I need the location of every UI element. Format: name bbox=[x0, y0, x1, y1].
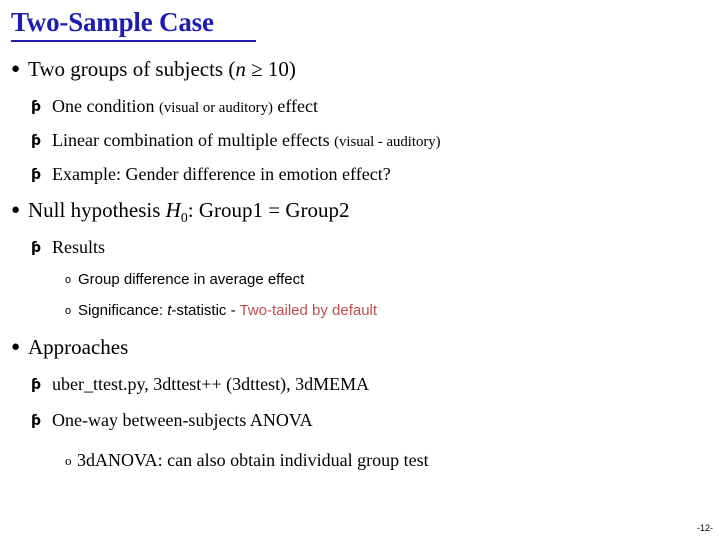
subbullet-one-way-anova: ƥ One-way between-subjects ANOVA bbox=[31, 411, 313, 429]
slide-canvas: Two-Sample Case ● Two groups of subjects… bbox=[0, 0, 720, 540]
subbullet-example-gender: ƥ Example: Gender difference in emotion … bbox=[31, 165, 391, 183]
bullet-null-hypothesis-label: Null hypothesis H0: Group1 = Group2 bbox=[28, 198, 350, 226]
bullet-approaches: ● Approaches bbox=[11, 337, 128, 358]
circle-bullet-icon: o bbox=[65, 453, 72, 468]
bullet-null-hypothesis: ● Null hypothesis H0: Group1 = Group2 bbox=[11, 200, 350, 225]
page-title: Two-Sample Case bbox=[11, 7, 214, 37]
circle-bullet-icon: o bbox=[65, 274, 72, 286]
wingding-bullet-icon: ƥ bbox=[31, 133, 42, 149]
page-number: -12- bbox=[696, 523, 713, 533]
subbullet-linear-combination-label: Linear combination of multiple effects (… bbox=[52, 130, 441, 150]
bullet-two-groups-label: Two groups of subjects (n ≥ 10) bbox=[28, 57, 296, 81]
wingding-bullet-icon: ƥ bbox=[31, 240, 42, 256]
subbullet-one-condition: ƥ One condition (visual or auditory) eff… bbox=[31, 97, 318, 116]
variable-h: H bbox=[165, 198, 181, 222]
bullet-dot-icon: ● bbox=[11, 339, 21, 355]
wingding-bullet-icon: ƥ bbox=[31, 413, 42, 429]
variable-n: n bbox=[235, 57, 246, 81]
bullet-dot-icon: ● bbox=[11, 202, 21, 218]
subbullet-results: ƥ Results bbox=[31, 238, 105, 256]
subsubbullet-group-difference: o Group difference in average effect bbox=[65, 272, 304, 287]
subscript-zero: 0 bbox=[180, 210, 188, 226]
subbullet-linear-combination: ƥ Linear combination of multiple effects… bbox=[31, 131, 441, 150]
wingding-bullet-icon: ƥ bbox=[31, 167, 42, 183]
subbullet-one-condition-label: One condition (visual or auditory) effec… bbox=[52, 96, 318, 116]
subbullet-uber-ttest-label: uber_ttest.py, 3dttest++ (3dttest), 3dME… bbox=[52, 374, 370, 394]
subsubbullet-group-difference-label: Group difference in average effect bbox=[78, 271, 305, 288]
circle-bullet-icon: o bbox=[65, 305, 72, 317]
subbullet-results-label: Results bbox=[52, 237, 106, 257]
wingding-bullet-icon: ƥ bbox=[31, 99, 42, 115]
subsubbullet-significance-label: Significance: t-statistic - Two-tailed b… bbox=[78, 302, 378, 319]
bullet-two-groups: ● Two groups of subjects (n ≥ 10) bbox=[11, 59, 296, 80]
subbullet-example-gender-label: Example: Gender difference in emotion ef… bbox=[52, 164, 391, 184]
highlight-two-tailed: Two-tailed by default bbox=[239, 302, 378, 319]
subsubbullet-3danova: o 3dANOVA: can also obtain individual gr… bbox=[65, 451, 429, 469]
subbullet-uber-ttest: ƥ uber_ttest.py, 3dttest++ (3dttest), 3d… bbox=[31, 375, 369, 393]
subsubbullet-3danova-label: 3dANOVA: can also obtain individual grou… bbox=[77, 450, 429, 470]
bullet-dot-icon: ● bbox=[11, 61, 21, 77]
title-underline bbox=[11, 40, 256, 42]
subbullet-one-way-anova-label: One-way between-subjects ANOVA bbox=[52, 410, 313, 430]
bullet-approaches-label: Approaches bbox=[28, 335, 129, 359]
wingding-bullet-icon: ƥ bbox=[31, 377, 42, 393]
subsubbullet-significance: o Significance: t-statistic - Two-tailed… bbox=[65, 303, 377, 318]
